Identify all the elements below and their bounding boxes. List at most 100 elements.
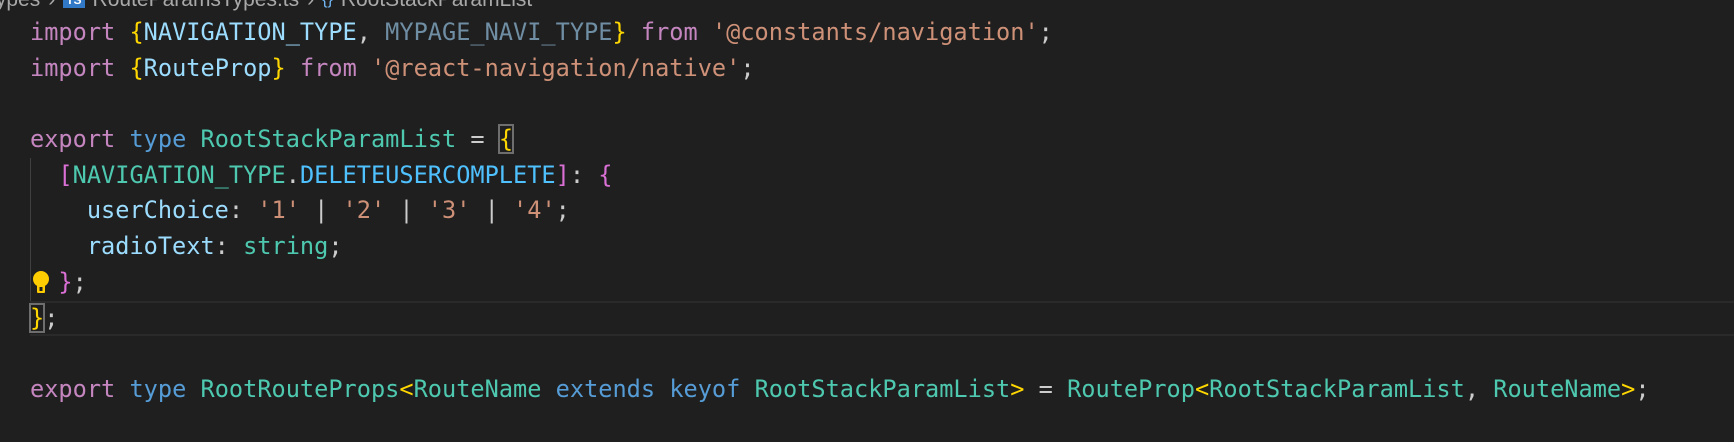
code-token: } (271, 53, 286, 82)
code-token: { (598, 160, 613, 189)
code-line[interactable]: radioText: string; (30, 229, 1734, 265)
code-token: '3' (427, 196, 471, 225)
code-token: { (129, 53, 144, 82)
code-token: '2' (342, 196, 386, 225)
code-token: type (129, 374, 187, 403)
breadcrumb-separator: › (48, 0, 55, 12)
code-token: ; (44, 303, 59, 332)
code-token: ] (555, 160, 570, 189)
code-token: : (228, 196, 258, 225)
breadcrumb-file[interactable]: RouteParamsTypes.ts (93, 0, 300, 12)
indent-guide (30, 157, 31, 194)
code-token: RootStackParamList (754, 374, 1011, 403)
code-token: DELETEUSERCOMPLETE (299, 160, 556, 189)
code-line[interactable] (30, 336, 1734, 372)
indent-guide (30, 193, 31, 230)
code-token: from (640, 18, 698, 46)
code-token: radioText (86, 232, 215, 261)
breadcrumb-symbol[interactable]: RootStackParamList (341, 0, 532, 12)
code-token: ; (1038, 18, 1053, 46)
code-token: = (456, 125, 499, 154)
indent-guide (30, 229, 31, 265)
code-line-current[interactable]: }; (28, 300, 1734, 337)
code-token: '@react-navigation/native' (371, 53, 741, 82)
code-token: RouteName (413, 374, 542, 403)
code-token: . (285, 160, 300, 189)
code-line[interactable]: import {RouteProp} from '@react-navigati… (30, 51, 1734, 87)
breadcrumb-folder[interactable]: types (0, 0, 40, 12)
lightbulb-icon[interactable] (32, 270, 50, 296)
code-editor[interactable]: import {NAVIGATION_TYPE, MYPAGE_NAVI_TYP… (28, 15, 1734, 408)
code-token: extends (555, 374, 656, 403)
code-token: RouteProp (1067, 374, 1195, 403)
code-token: ; (555, 196, 570, 225)
code-token: { (129, 18, 144, 46)
code-token: = (1024, 374, 1068, 403)
code-line[interactable]: [NAVIGATION_TYPE.DELETEUSERCOMPLETE]: { (30, 157, 1734, 194)
code-token: > (1010, 374, 1025, 403)
code-token: export (30, 125, 116, 154)
code-token: } (58, 267, 73, 296)
code-token: RouteProp (143, 53, 272, 82)
code-token: < (1194, 374, 1210, 403)
code-token: string (243, 232, 329, 261)
code-line[interactable]: export type RootStackParamList = { (30, 122, 1734, 158)
code-line[interactable]: userChoice: '1' | '2' | '3' | '4'; (30, 193, 1734, 230)
code-token: RootRouteProps (200, 374, 400, 403)
code-line[interactable] (30, 86, 1734, 122)
code-token: '4' (513, 196, 556, 225)
code-token: NAVIGATION_TYPE (72, 160, 286, 189)
code-token: > (1621, 374, 1636, 403)
breadcrumb-separator: › (307, 0, 314, 12)
code-line[interactable]: export type RootRouteProps<RouteName ext… (30, 372, 1734, 408)
code-token: < (399, 374, 414, 403)
code-token: RouteName (1493, 374, 1622, 403)
symbol-icon: {} (322, 0, 333, 9)
indent-guide (30, 264, 31, 301)
code-line[interactable]: import {NAVIGATION_TYPE, MYPAGE_NAVI_TYP… (30, 15, 1734, 51)
code-token: : (569, 160, 599, 189)
code-token: | (470, 196, 514, 225)
code-token: | (299, 196, 343, 225)
code-token: import (30, 53, 116, 82)
code-token: ; (72, 267, 87, 296)
code-token: NAVIGATION_TYPE (143, 18, 357, 46)
code-token: , (356, 18, 386, 46)
code-token: } (28, 302, 46, 333)
code-token: : (214, 232, 244, 261)
code-line[interactable]: }; (30, 264, 1734, 301)
code-token: export (30, 374, 116, 403)
code-token: MYPAGE_NAVI_TYPE (385, 18, 613, 46)
code-token: [ (58, 160, 73, 189)
code-token: } (612, 18, 627, 46)
code-token: ; (740, 53, 755, 82)
code-token: '1' (257, 196, 300, 225)
code-token: ; (328, 232, 343, 261)
code-token: userChoice (86, 196, 229, 225)
code-token: keyof (669, 374, 741, 403)
code-token: , (1464, 374, 1494, 403)
code-token: { (497, 124, 515, 155)
code-token: RootStackParamList (200, 125, 457, 154)
code-token: | (385, 196, 428, 225)
code-token: import (30, 18, 116, 46)
typescript-file-icon: TS (63, 0, 85, 8)
breadcrumb: types › TS RouteParamsTypes.ts › {} Root… (0, 0, 532, 13)
code-token: '@constants/navigation' (711, 18, 1039, 46)
code-token: from (299, 53, 357, 82)
